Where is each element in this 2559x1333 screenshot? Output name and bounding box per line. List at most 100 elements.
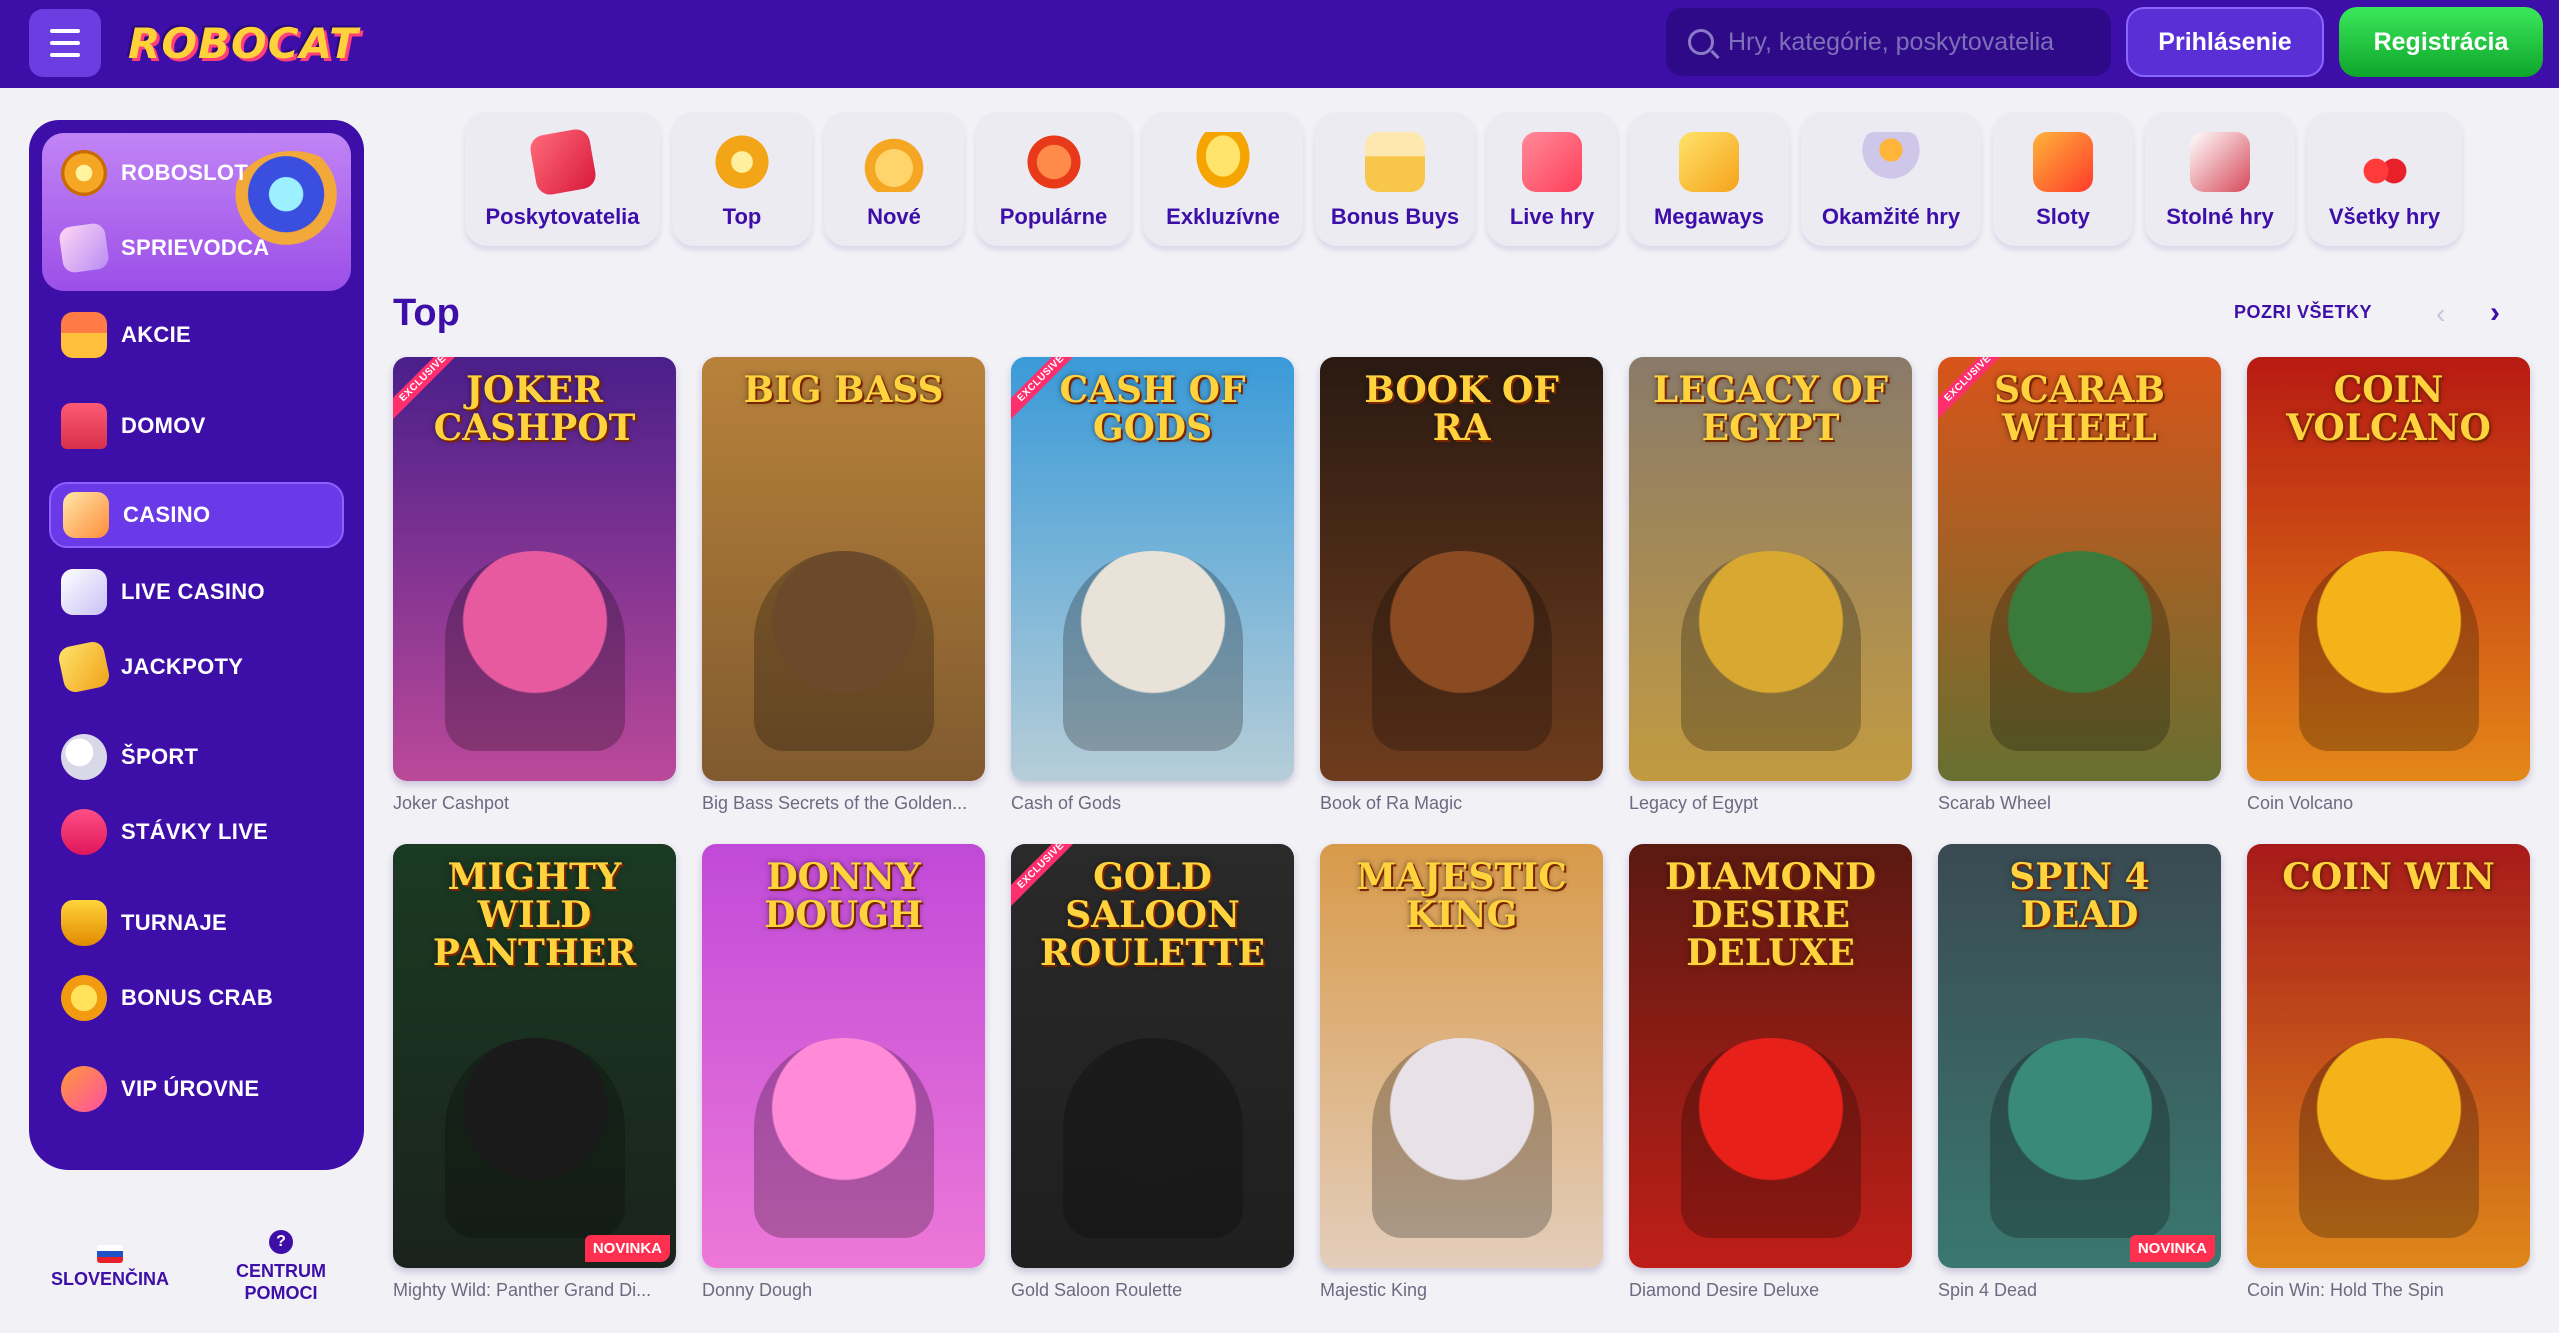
game-logo-art: JOKER CASHPOT	[433, 369, 636, 449]
search-input[interactable]	[1728, 27, 2098, 57]
register-button[interactable]: Registrácia	[2339, 7, 2543, 77]
category-live-games[interactable]: Live hry	[1487, 112, 1617, 246]
game-title[interactable]: Spin 4 Dead	[1938, 1280, 2228, 1301]
game-card[interactable]: SPIN 4 DEAD NOVINKA	[1938, 844, 2221, 1268]
category-exclusive[interactable]: Exkluzívne	[1143, 112, 1303, 246]
game-card[interactable]: LEGACY OF EGYPT	[1629, 357, 1912, 781]
game-card[interactable]: SCARAB WHEEL EXCLUSIVE	[1938, 357, 2221, 781]
game-logo-art: MAJESTIC KING	[1356, 856, 1567, 936]
game-title[interactable]: Big Bass Secrets of the Golden...	[702, 793, 992, 814]
game-card[interactable]: DONNY DOUGH	[702, 844, 985, 1268]
category-top[interactable]: Top	[672, 112, 812, 246]
game-card[interactable]: CASH OF GODS EXCLUSIVE	[1011, 357, 1294, 781]
sidebar-item-bonus-crab[interactable]: BONUS CRAB	[49, 965, 344, 1031]
sidebar-item-live-bets[interactable]: STÁVKY LIVE	[49, 799, 344, 865]
sidebar: ROBOSLOT SPRIEVODCA AKCIE DOMOV CASINO L…	[29, 120, 364, 1170]
sidebar-item-label: ROBOSLOT	[121, 160, 249, 185]
see-all-link[interactable]: POZRI VŠETKY	[2234, 302, 2372, 323]
sidebar-item-jackpoty[interactable]: JACKPOTY	[49, 634, 344, 700]
sidebar-item-label: LIVE CASINO	[121, 579, 265, 604]
sidebar-item-roboslot[interactable]: ROBOSLOT	[49, 140, 344, 206]
live-bets-icon	[61, 809, 107, 855]
game-title[interactable]: Joker Cashpot	[393, 793, 683, 814]
sidebar-item-vip[interactable]: VIP ÚROVNE	[49, 1056, 344, 1122]
new-badge: NOVINKA	[584, 1235, 670, 1262]
help-label-line1: CENTRUM	[236, 1261, 326, 1281]
category-slots[interactable]: Sloty	[1993, 112, 2133, 246]
category-new[interactable]: Nové	[824, 112, 964, 246]
game-character-icon	[2298, 551, 2479, 751]
game-title[interactable]: Donny Dough	[702, 1280, 992, 1301]
game-title[interactable]: Legacy of Egypt	[1629, 793, 1919, 814]
game-title[interactable]: Mighty Wild: Panther Grand Di...	[393, 1280, 683, 1301]
new-badge: NOVINKA	[2129, 1235, 2215, 1262]
search-box[interactable]	[1666, 8, 2111, 76]
megaways-icon	[1679, 132, 1739, 192]
home-icon	[61, 403, 107, 449]
sidebar-item-akcie[interactable]: AKCIE	[49, 302, 344, 368]
game-card[interactable]: COIN WIN	[2247, 844, 2530, 1268]
category-popular[interactable]: Populárne	[976, 112, 1131, 246]
sidebar-item-turnaje[interactable]: TURNAJE	[49, 890, 344, 956]
sidebar-item-label: SPRIEVODCA	[121, 235, 270, 260]
cards-icon	[2190, 132, 2250, 192]
carousel-prev-icon[interactable]: ‹	[2436, 298, 2445, 330]
sidebar-item-label: VIP ÚROVNE	[121, 1076, 260, 1101]
game-card[interactable]: MIGHTY WILD PANTHER NOVINKA	[393, 844, 676, 1268]
login-button[interactable]: Prihlásenie	[2126, 7, 2324, 77]
jackpot-icon	[56, 639, 112, 695]
category-label: Top	[722, 204, 762, 229]
sport-icon	[61, 734, 107, 780]
sidebar-item-domov[interactable]: DOMOV	[49, 393, 344, 459]
language-selector[interactable]: SLOVENČINA	[50, 1245, 170, 1290]
category-all-games[interactable]: Všetky hry	[2307, 112, 2462, 246]
game-card[interactable]: DIAMOND DESIRE DELUXE	[1629, 844, 1912, 1268]
carousel-next-icon[interactable]: ›	[2490, 296, 2500, 330]
game-title[interactable]: Coin Volcano	[2247, 793, 2537, 814]
game-title[interactable]: Majestic King	[1320, 1280, 1610, 1301]
game-logo-art: MIGHTY WILD PANTHER	[432, 856, 637, 974]
language-label: SLOVENČINA	[50, 1269, 169, 1289]
game-logo-art: GOLD SALOON ROULETTE	[1039, 856, 1266, 974]
game-card[interactable]: JOKER CASHPOT EXCLUSIVE	[393, 357, 676, 781]
hamburger-menu-button[interactable]	[29, 9, 101, 77]
menu-line-icon	[50, 29, 80, 33]
game-title[interactable]: Diamond Desire Deluxe	[1629, 1280, 1919, 1301]
sidebar-item-casino[interactable]: CASINO	[49, 482, 344, 548]
sidebar-item-label: BONUS CRAB	[121, 985, 274, 1010]
category-table-games[interactable]: Stolné hry	[2145, 112, 2295, 246]
category-instant-games[interactable]: Okamžité hry	[1801, 112, 1981, 246]
slot-machine-icon	[2033, 132, 2093, 192]
game-logo-art: CASH OF GODS	[1059, 369, 1246, 449]
sidebar-item-live-casino[interactable]: LIVE CASINO	[49, 559, 344, 625]
game-logo-art: LEGACY OF EGYPT	[1652, 369, 1889, 449]
game-title[interactable]: Gold Saloon Roulette	[1011, 1280, 1301, 1301]
game-character-icon	[2298, 1038, 2479, 1238]
sidebar-item-label: ŠPORT	[121, 744, 199, 769]
game-card[interactable]: BIG BASS	[702, 357, 985, 781]
sidebar-item-sport[interactable]: ŠPORT	[49, 724, 344, 790]
game-logo-art: COIN WIN	[2282, 856, 2495, 898]
category-megaways[interactable]: Megaways	[1629, 112, 1789, 246]
game-card[interactable]: GOLD SALOON ROULETTE EXCLUSIVE	[1011, 844, 1294, 1268]
help-icon: ?	[269, 1230, 293, 1254]
category-label: Poskytovatelia	[485, 204, 640, 229]
robocat-logo[interactable]: ROBOCAT	[122, 8, 358, 78]
category-bonus-buys[interactable]: Bonus Buys	[1315, 112, 1475, 246]
game-title[interactable]: Book of Ra Magic	[1320, 793, 1610, 814]
category-label: Všetky hry	[2328, 204, 2441, 229]
game-card[interactable]: BOOK OF RA	[1320, 357, 1603, 781]
game-character-icon	[444, 551, 625, 751]
game-title[interactable]: Scarab Wheel	[1938, 793, 2228, 814]
game-logo-art: COIN VOLCANO	[2286, 369, 2491, 449]
category-providers[interactable]: Poskytovatelia	[465, 112, 660, 246]
game-title[interactable]: Coin Win: Hold The Spin	[2247, 1280, 2537, 1301]
bonus-crab-icon	[61, 975, 107, 1021]
category-label: Exkluzívne	[1166, 204, 1280, 229]
game-title[interactable]: Cash of Gods	[1011, 793, 1301, 814]
game-card[interactable]: COIN VOLCANO	[2247, 357, 2530, 781]
providers-icon	[527, 127, 598, 197]
sidebar-item-guide[interactable]: SPRIEVODCA	[49, 215, 344, 281]
help-center-link[interactable]: ? CENTRUM POMOCI	[226, 1230, 336, 1304]
game-card[interactable]: MAJESTIC KING	[1320, 844, 1603, 1268]
